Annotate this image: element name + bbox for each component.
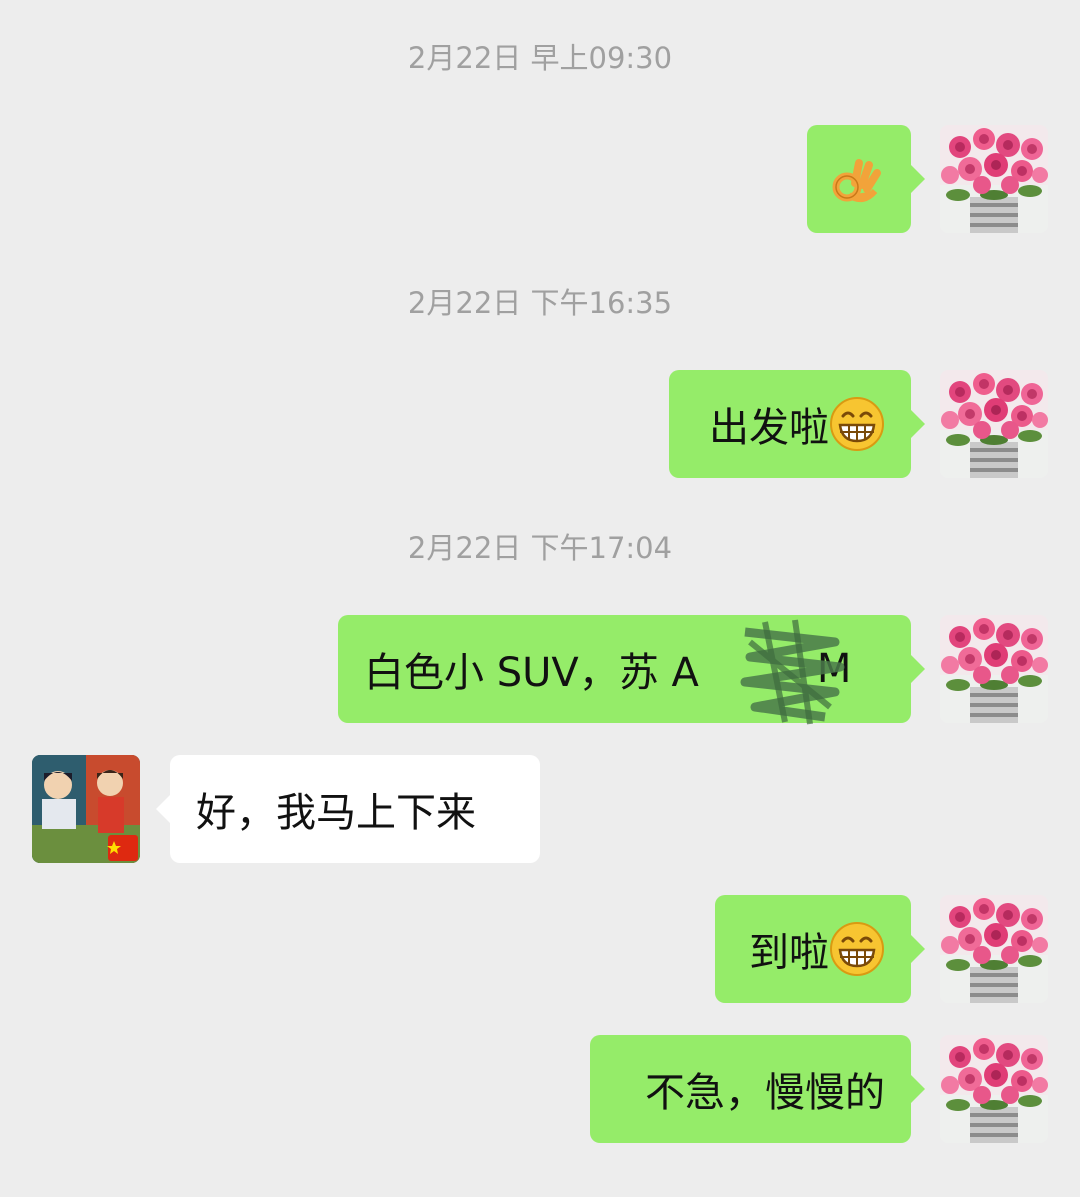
grinning-face-emoji-icon	[829, 921, 885, 977]
message-text: 出发啦	[709, 405, 829, 451]
message-text: 白色小 SUV，苏 A	[364, 650, 699, 696]
received-message-bubble[interactable]: 好，我马上下来	[156, 755, 540, 863]
timestamp: 2月22日 下午17:04	[407, 531, 673, 565]
anime-couple-avatar-icon	[32, 755, 140, 863]
timestamp: 2月22日 早上09:30	[407, 41, 673, 75]
message-text: 好，我马上下来	[196, 790, 476, 836]
pink-roses-avatar-icon	[940, 895, 1048, 1003]
grinning-face-emoji-icon	[829, 396, 885, 452]
pink-roses-avatar-icon	[940, 370, 1048, 478]
sent-message-bubble[interactable]: 出发啦	[669, 370, 925, 478]
redaction-scribble-icon	[740, 619, 845, 725]
sent-message-bubble[interactable]: 不急，慢慢的	[590, 1035, 925, 1143]
ok-hand-emoji-icon	[829, 151, 885, 207]
sent-message-bubble[interactable]: 到啦	[715, 895, 925, 1003]
sent-message-bubble[interactable]	[807, 125, 925, 233]
pink-roses-avatar-icon	[940, 125, 1048, 233]
pink-roses-avatar-icon	[940, 1035, 1048, 1143]
message-text: 到啦	[749, 930, 829, 976]
my-avatar[interactable]	[940, 1035, 1048, 1143]
my-avatar[interactable]	[940, 125, 1048, 233]
timestamp: 2月22日 下午16:35	[407, 286, 673, 320]
contact-avatar[interactable]	[32, 755, 140, 863]
my-avatar[interactable]	[940, 615, 1048, 723]
my-avatar[interactable]	[940, 370, 1048, 478]
my-avatar[interactable]	[940, 895, 1048, 1003]
message-text: 不急，慢慢的	[645, 1070, 885, 1116]
pink-roses-avatar-icon	[940, 615, 1048, 723]
